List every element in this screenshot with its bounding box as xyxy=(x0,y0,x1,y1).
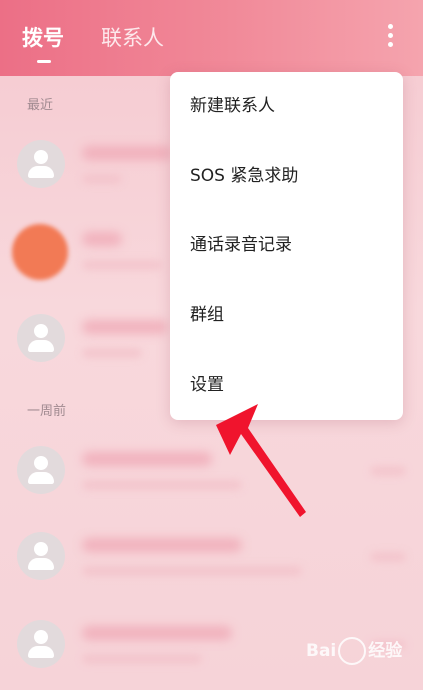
annotation-arrow-icon xyxy=(216,404,306,517)
paw-logo-icon xyxy=(338,637,367,665)
watermark-text-right: 经验 xyxy=(368,641,403,661)
watermark-text-left: Bai xyxy=(306,641,337,661)
red-arrow-shape xyxy=(216,404,306,517)
baidu-watermark: Bai 经验 xyxy=(306,636,402,665)
